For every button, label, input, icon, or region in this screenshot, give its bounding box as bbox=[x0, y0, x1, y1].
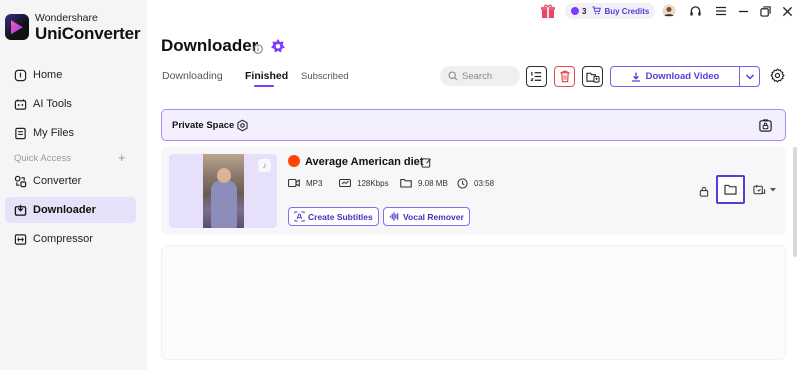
credits-count: 3 bbox=[582, 6, 587, 16]
sidebar-item-home[interactable]: Home bbox=[5, 62, 136, 88]
support-headset-icon[interactable] bbox=[687, 3, 703, 19]
create-subtitles-label: Create Subtitles bbox=[308, 211, 373, 222]
credits-coin-icon bbox=[571, 7, 579, 15]
brand-company: Wondershare bbox=[35, 12, 98, 24]
sidebar-item-label: Downloader bbox=[33, 204, 96, 216]
private-space-settings-icon[interactable] bbox=[236, 119, 249, 137]
download-icon bbox=[631, 72, 640, 82]
folder-import-icon bbox=[585, 72, 600, 83]
lock-icon[interactable] bbox=[699, 184, 709, 202]
bitrate-icon bbox=[339, 178, 351, 188]
vocal-remover-label: Vocal Remover bbox=[403, 211, 464, 222]
private-space-lock-icon[interactable] bbox=[758, 118, 773, 138]
audio-wave-icon bbox=[389, 212, 399, 221]
loading-item-placeholder bbox=[161, 245, 786, 360]
sidebar-item-label: Converter bbox=[33, 175, 82, 187]
minimize-icon[interactable] bbox=[735, 3, 751, 19]
download-item-card[interactable]: ♪ Average American diet MP3 128Kbps 9.08… bbox=[161, 147, 786, 235]
sidebar-item-label: AI Tools bbox=[33, 98, 72, 110]
avatar[interactable] bbox=[661, 3, 677, 19]
sidebar-item-downloader[interactable]: Downloader bbox=[5, 197, 136, 223]
chevron-down-icon bbox=[745, 73, 754, 80]
meta-format: MP3 bbox=[288, 178, 322, 188]
converter-icon bbox=[13, 174, 27, 188]
convert-screen-icon bbox=[753, 184, 766, 195]
download-video-label: Download Video bbox=[645, 71, 720, 82]
meta-bitrate: 128Kbps bbox=[339, 178, 389, 188]
list-sort-button[interactable] bbox=[526, 66, 547, 87]
menu-icon[interactable] bbox=[713, 3, 729, 19]
tab-downloading[interactable]: Downloading bbox=[162, 70, 223, 82]
create-subtitles-button[interactable]: Create Subtitles bbox=[288, 207, 379, 226]
download-video-button[interactable]: Download Video bbox=[610, 66, 760, 87]
video-camera-icon bbox=[288, 178, 300, 188]
sidebar-item-compressor[interactable]: Compressor bbox=[5, 226, 136, 252]
search-input[interactable]: Search bbox=[440, 66, 520, 86]
reddit-source-icon bbox=[288, 155, 300, 167]
search-placeholder: Search bbox=[462, 70, 493, 82]
cart-icon bbox=[592, 5, 602, 17]
open-folder-button[interactable] bbox=[716, 175, 745, 204]
app-logo bbox=[5, 14, 29, 41]
folder-size-icon bbox=[400, 178, 412, 188]
sidebar-item-converter[interactable]: Converter bbox=[5, 168, 136, 194]
meta-size: 9.08 MB bbox=[400, 178, 448, 188]
private-space-bar[interactable]: Private Space bbox=[161, 109, 786, 141]
active-tab-indicator bbox=[254, 85, 274, 87]
sidebar-item-label: Compressor bbox=[33, 233, 93, 245]
delete-button[interactable] bbox=[554, 66, 575, 87]
edit-title-icon[interactable] bbox=[421, 155, 432, 173]
credits-badge[interactable]: 3 Buy Credits bbox=[565, 3, 656, 19]
bitrate-value: 128Kbps bbox=[357, 178, 389, 188]
restore-icon[interactable] bbox=[757, 3, 773, 19]
compressor-icon bbox=[13, 232, 27, 246]
caret-down-icon bbox=[770, 188, 776, 192]
trash-icon bbox=[559, 70, 570, 83]
duration-value: 03:58 bbox=[474, 179, 495, 188]
tab-finished[interactable]: Finished bbox=[245, 70, 288, 82]
sidebar-item-ai-tools[interactable]: AI Tools bbox=[5, 91, 136, 117]
files-icon bbox=[13, 126, 27, 140]
sidebar-item-label: Home bbox=[33, 69, 63, 81]
sidebar-item-my-files[interactable]: My Files bbox=[5, 120, 136, 146]
download-options-dropdown[interactable] bbox=[739, 67, 759, 86]
size-value: 9.08 MB bbox=[418, 178, 448, 188]
add-quick-access-button[interactable]: + bbox=[118, 150, 126, 165]
private-space-label: Private Space bbox=[172, 119, 235, 131]
close-icon[interactable] bbox=[779, 3, 795, 19]
buy-credits-button[interactable]: Buy Credits bbox=[604, 7, 649, 16]
brand-name: UniConverter bbox=[35, 23, 141, 43]
thumbnail-head bbox=[217, 168, 231, 183]
numbered-list-icon bbox=[530, 71, 542, 82]
page-title: Downloader bbox=[161, 36, 259, 55]
audio-note-icon: ♪ bbox=[258, 159, 271, 172]
tab-subscribed[interactable]: Subscribed bbox=[301, 71, 349, 82]
ai-tools-icon bbox=[13, 97, 27, 111]
quick-access-label: Quick Access bbox=[14, 153, 72, 164]
vocal-remover-button[interactable]: Vocal Remover bbox=[383, 207, 470, 226]
sidebar: Wondershare UniConverter Home AI Tools M… bbox=[0, 0, 147, 370]
folder-icon bbox=[724, 184, 737, 195]
gift-icon[interactable] bbox=[540, 3, 556, 24]
downloader-icon bbox=[13, 203, 27, 217]
sidebar-item-label: My Files bbox=[33, 127, 74, 139]
subtitles-icon bbox=[294, 211, 305, 222]
settings-gear-icon[interactable] bbox=[770, 68, 785, 88]
meta-duration: 03:58 bbox=[457, 178, 494, 189]
home-icon bbox=[13, 68, 27, 82]
brand: Wondershare UniConverter bbox=[5, 13, 140, 42]
video-title: Average American diet bbox=[305, 156, 424, 168]
search-icon bbox=[448, 71, 458, 81]
info-icon[interactable] bbox=[253, 41, 263, 59]
download-video-main[interactable]: Download Video bbox=[611, 67, 739, 86]
format-value: MP3 bbox=[306, 178, 323, 188]
video-thumbnail[interactable]: ♪ bbox=[169, 154, 277, 228]
import-folder-button[interactable] bbox=[582, 66, 603, 87]
premium-badge-icon[interactable] bbox=[270, 38, 286, 59]
convert-dropdown-button[interactable] bbox=[753, 184, 777, 196]
thumbnail-person bbox=[211, 180, 237, 228]
scrollbar[interactable] bbox=[793, 147, 797, 257]
clock-icon bbox=[457, 178, 468, 189]
